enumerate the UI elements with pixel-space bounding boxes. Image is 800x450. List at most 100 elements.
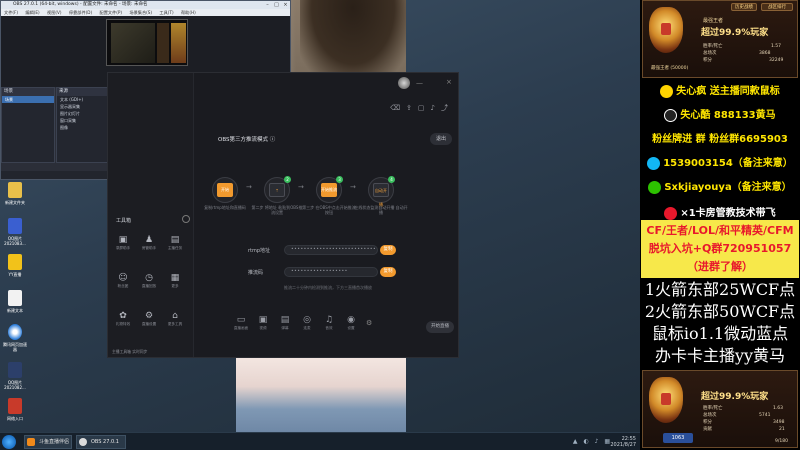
rank-title: 最强王者 [703,18,724,24]
tool-mic-link[interactable]: ◎ 连麦 [296,315,318,331]
tool-danmaku[interactable]: ▤ 弹幕 [274,315,296,331]
rank-2-stat-name: 胜率/死亡 [703,406,723,411]
promo-line-2: 脱坑入坑+Q群720951057 [648,242,792,255]
overlay-line-3: 粉丝牌进 群 粉丝群6695903 [652,134,788,145]
system-tray[interactable]: ▲ ◐ ♪ ▦ [573,438,612,445]
menu-scene-collection[interactable]: 场景集合(S) [129,10,152,15]
desktop-icon-image[interactable]: QQ图片2021083... [2,218,28,246]
close-icon[interactable]: × [281,1,290,9]
source-item[interactable]: 窗口采集 [57,117,109,124]
desktop-icon-network[interactable]: 网络入口 [2,398,28,421]
link-mic-icon: ◎ [303,315,311,325]
menu-docks[interactable]: 停靠部件(D) [69,10,92,15]
rank-stat-value: 1.57 [771,44,782,49]
step-2-icon: ⇡ [269,183,285,197]
menu-profile[interactable]: 配置文件(P) [100,10,123,15]
taskbar: 斗鱼直播伴侣 OBS 27.0.1 ▲ ◐ ♪ ▦ 22:55 2021/8/2… [0,432,640,450]
start-button-icon[interactable] [2,435,16,449]
tool-video[interactable]: ▣ 视频 [252,315,274,331]
desktop-icon-yy[interactable]: YY直播 [2,254,28,277]
bell-icon[interactable]: ♪ [431,104,441,112]
record-icon: ▣ [118,235,128,245]
task-icon: ▤ [170,235,180,245]
side-tool-fans[interactable]: ☺ 粉丝团 [112,273,134,289]
minimize-icon[interactable]: – [263,1,272,9]
obs-canvas[interactable] [106,19,188,66]
rank-2-stat-name: 贡献 [703,427,712,432]
source-item[interactable]: 图片幻灯片 [57,110,109,117]
danmaku-icon: ▤ [280,315,290,325]
overlay-line-1: 失心疯 送主播同款鼠标 [640,82,800,98]
source-item[interactable]: 图像 [57,124,109,131]
minimize-icon[interactable]: — [416,79,423,87]
desktop-icon-accelerator[interactable]: 腾讯网页加速器 [2,324,28,352]
rank-2-stat-name: 总场次 [703,413,717,418]
rank-2-stat-value: 21 [779,427,785,432]
menu-view[interactable]: 视图(V) [47,10,62,15]
taskbar-item-douyu[interactable]: 斗鱼直播伴侣 [24,435,72,449]
desktop-icon-folder[interactable]: 新建文件夹 [2,182,28,205]
taskbar-item-obs[interactable]: OBS 27.0.1 [76,435,126,449]
menu-help[interactable]: 帮助(H) [181,10,196,15]
folder-icon [8,182,22,198]
share-icon[interactable]: ⇪ [406,104,418,112]
gift-icon: ✿ [119,311,127,321]
step-2[interactable]: ⇡ 2 [264,176,291,203]
side-tool-settings[interactable]: ⚙ 直播设置 [138,311,160,327]
more-icon: ▦ [170,273,180,283]
rank-subtitle: 最强王者 (50000) [651,66,689,71]
close-icon[interactable]: × [446,78,452,86]
arrow-right-icon: → [350,183,356,191]
microphone-icon: ♫ [324,315,334,325]
menu-edit[interactable]: 编辑(E) [25,10,39,15]
trash-icon[interactable]: ⌫ [390,104,406,112]
side-tool-more[interactable]: ▦ 更多 [164,273,186,289]
app-sidebar: 工具箱 ▣ 录屏助手 ♟ 房管助手 ▤ 主播任务 ☺ 粉丝团 ◷ 直播回放 ▦ … [108,73,194,357]
stream-overlay: 历史战绩 战区排行 最强王者 超过99.9%玩家 胜率/死亡 1.57 总场次 … [640,0,800,450]
side-tool-task[interactable]: ▤ 主播任务 [164,235,186,251]
tray-clock[interactable]: 22:55 2021/8/27 [610,436,636,448]
scene-item[interactable]: 场景 [2,96,54,103]
link-icon[interactable]: ⤴ [441,104,454,112]
overlay-line-5: Sxkjiayouya（备注来意） [640,178,800,194]
side-tool-record[interactable]: ▣ 录屏助手 [112,235,134,251]
step-1[interactable]: 开始 [212,177,238,203]
side-tool-replay[interactable]: ◷ 直播回放 [138,273,160,289]
step-1-caption: 复制rtmp地址和直播码 [204,205,246,210]
copy-rtmp-button[interactable]: 复制 [380,245,396,255]
avatar[interactable] [398,77,410,89]
promo-line-3: （进群了解） [687,260,753,273]
maximize-icon[interactable]: □ [272,1,281,9]
menu-file[interactable]: 文件(F) [4,10,18,15]
yy-app-icon [8,254,22,270]
rank-tab-zone: 战区排行 [761,3,793,11]
obs-titlebar: OBS 27.0.1 (64-bit, windows) - 配置文件: 未命名… [1,1,290,9]
exit-mode-button[interactable]: 退出 [430,133,452,145]
tool-settings[interactable]: ◉ 设置 [340,315,362,331]
refresh-icon[interactable] [182,215,190,223]
step-4-caption: 在线状态监测自动开播 自动开播 [354,205,408,215]
side-tool-admin[interactable]: ♟ 房管助手 [138,235,160,251]
source-item[interactable]: 文本 (GDI+) [57,96,109,103]
stream-hint: 推流二十分钟内检测到推流，下方三直播首次播放 [284,285,372,290]
step-3[interactable]: 开始推流 3 [316,176,343,203]
desktop-icon-text[interactable]: 新建文本 [2,290,28,313]
screenshot-icon[interactable]: ▢ [418,104,431,112]
stream-code-field[interactable]: •••••••••••••••••• [284,267,378,277]
tool-scene[interactable]: ▭ 直播画面 [230,315,252,331]
rtmp-field[interactable]: •••••••••••••••••••••••••••• [284,245,378,255]
gear-icon[interactable]: ⚙ [366,319,372,327]
side-tool-extra[interactable]: ⌂ 更多工具 [164,311,186,327]
menu-tools[interactable]: 工具(T) [159,10,173,15]
rank-stat-value: 3868 [759,51,771,56]
tool-sound[interactable]: ♫ 音效 [318,315,340,331]
step-4[interactable]: 自动开播 4 [368,176,395,207]
service-line-3: 鼠标io1.1微动蓝点 [651,324,789,343]
copy-code-button[interactable]: 复制 [380,267,396,277]
step-1-button: 开始 [217,183,233,197]
source-item[interactable]: 显示器采集 [57,103,109,110]
extra-tools-icon: ⌂ [172,311,178,321]
start-live-button[interactable]: 开始直播 [426,321,454,333]
desktop-icon-image-2[interactable]: QQ图片2021082... [2,362,28,390]
side-tool-gift[interactable]: ✿ 礼物特效 [112,311,134,327]
